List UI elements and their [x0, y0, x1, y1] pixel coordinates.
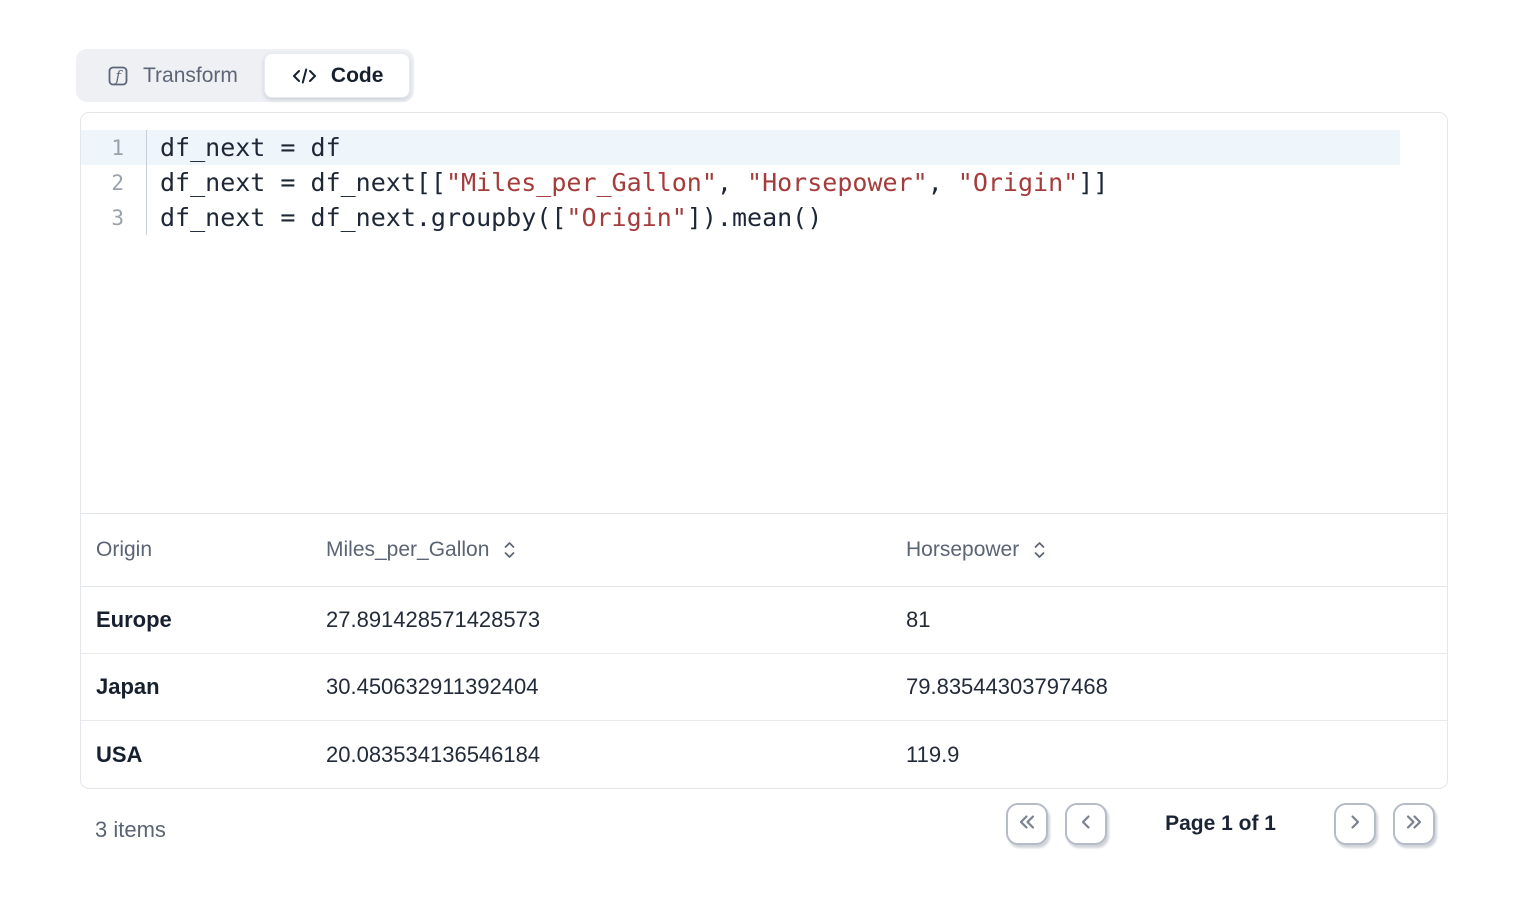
transform-panel: 1 df_next = df 2 df_next = df_next[["Mil… [80, 112, 1448, 789]
table-header-row: Origin Miles_per_Gallon Horsepower [81, 514, 1447, 587]
cell-horsepower: 119.9 [891, 742, 1447, 768]
function-icon: f [106, 64, 130, 88]
cell-horsepower: 79.83544303797468 [891, 674, 1447, 700]
tab-code[interactable]: Code [264, 53, 411, 98]
tab-code-label: Code [331, 64, 384, 88]
cell-miles-per-gallon: 27.891428571428573 [311, 607, 891, 633]
table-row: Japan 30.450632911392404 79.835443037974… [81, 654, 1447, 721]
tab-transform-label: Transform [143, 64, 238, 88]
cell-origin: USA [81, 742, 311, 768]
code-line-2[interactable]: 2 df_next = df_next[["Miles_per_Gallon",… [81, 165, 1400, 200]
table-row: USA 20.083534136546184 119.9 [81, 721, 1447, 788]
column-header-miles-per-gallon: Miles_per_Gallon [311, 538, 891, 562]
tab-transform[interactable]: f Transform [80, 53, 264, 98]
next-page-button[interactable] [1334, 803, 1376, 845]
last-page-button[interactable] [1393, 803, 1435, 845]
double-chevron-right-icon [1403, 811, 1425, 838]
page-indicator: Page 1 of 1 [1165, 812, 1276, 836]
first-page-button[interactable] [1006, 803, 1048, 845]
chevron-left-icon [1075, 811, 1097, 838]
code-editor[interactable]: 1 df_next = df 2 df_next = df_next[["Mil… [81, 113, 1447, 514]
line-number-1: 1 [81, 130, 147, 165]
cell-horsepower: 81 [891, 607, 1447, 633]
cell-miles-per-gallon: 30.450632911392404 [311, 674, 891, 700]
pagination: Page 1 of 1 [1006, 803, 1435, 845]
table-footer: 3 items Page 1 of 1 [0, 789, 1516, 869]
column-header-origin: Origin [81, 538, 311, 562]
sort-icon[interactable] [502, 539, 517, 561]
items-count: 3 items [95, 817, 166, 843]
code-line-3[interactable]: 3 df_next = df_next.groupby(["Origin"]).… [81, 200, 1400, 235]
view-mode-tabs: f Transform Code [76, 49, 414, 102]
code-line-2-text: df_next = df_next[["Miles_per_Gallon", "… [147, 168, 1108, 197]
chevron-right-icon [1344, 811, 1366, 838]
code-line-3-text: df_next = df_next.groupby(["Origin"]).me… [147, 203, 822, 232]
code-line-1[interactable]: 1 df_next = df [81, 130, 1400, 165]
cell-origin: Europe [81, 607, 311, 633]
column-header-horsepower: Horsepower [891, 538, 1447, 562]
result-table: Origin Miles_per_Gallon Horsepower [81, 514, 1447, 788]
cell-origin: Japan [81, 674, 311, 700]
double-chevron-left-icon [1016, 811, 1038, 838]
sort-icon[interactable] [1032, 539, 1047, 561]
svg-text:f: f [115, 68, 124, 84]
line-number-2: 2 [81, 165, 147, 200]
table-row: Europe 27.891428571428573 81 [81, 587, 1447, 654]
cell-miles-per-gallon: 20.083534136546184 [311, 742, 891, 768]
line-number-3: 3 [81, 200, 147, 235]
code-line-1-text: df_next = df [147, 133, 341, 162]
previous-page-button[interactable] [1065, 803, 1107, 845]
code-icon [291, 65, 318, 87]
